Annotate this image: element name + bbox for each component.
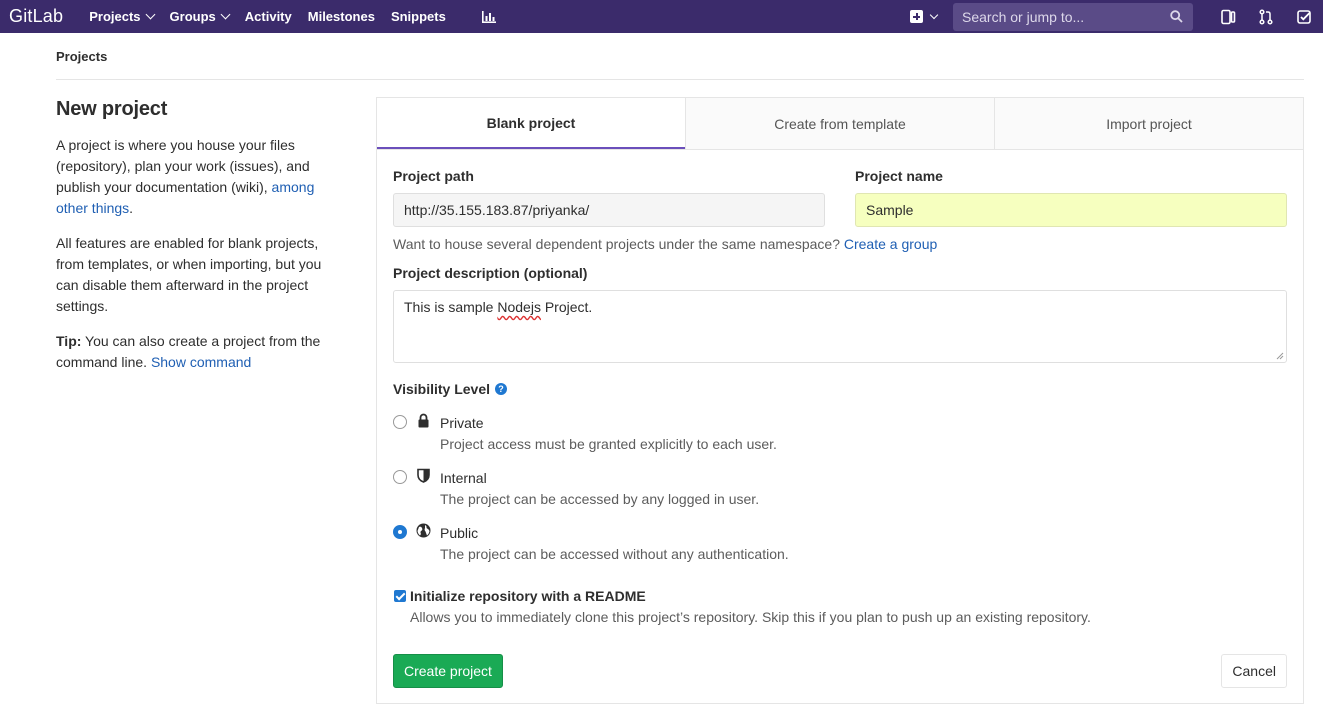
project-path-group: Project path http://35.155.183.87/priyan… xyxy=(393,168,825,227)
tip-label: Tip: xyxy=(56,333,82,349)
radio-private[interactable] xyxy=(393,415,407,429)
tab-import-project[interactable]: Import project xyxy=(994,98,1303,149)
breadcrumb-divider xyxy=(56,79,1304,80)
new-project-panel: Blank project Create from template Impor… xyxy=(376,97,1304,704)
new-project-form: Project path http://35.155.183.87/priyan… xyxy=(393,168,1287,632)
project-path-field[interactable]: http://35.155.183.87/priyanka/ xyxy=(393,193,825,227)
search-placeholder: Search or jump to... xyxy=(962,8,1085,25)
readme-checkbox[interactable] xyxy=(394,590,406,602)
desc-text-1: This is sample xyxy=(404,299,498,315)
page-title: New project xyxy=(56,98,168,120)
desc-misspelled-word: Nodejs xyxy=(497,299,541,315)
globe-icon xyxy=(416,523,431,538)
top-navbar: GitLab Projects Groups Activity Mileston… xyxy=(0,0,1323,33)
merge-request-icon[interactable] xyxy=(1258,8,1274,25)
path-name-row: Project path http://35.155.183.87/priyan… xyxy=(393,168,1287,227)
visibility-private-desc: Project access must be granted explicitl… xyxy=(440,436,777,452)
chart-icon[interactable] xyxy=(481,10,496,23)
project-path-value: http://35.155.183.87/priyanka/ xyxy=(404,202,590,218)
nav-snippets[interactable]: Snippets xyxy=(383,0,454,33)
visibility-private-name: Private xyxy=(440,415,484,431)
search-input[interactable]: Search or jump to... xyxy=(953,2,1193,31)
info-paragraph-3: Tip: You can also create a project from … xyxy=(56,331,346,373)
readme-title: Initialize repository with a README xyxy=(410,588,646,604)
namespace-help: Want to house several dependent projects… xyxy=(393,236,1287,252)
info-paragraph-1: A project is where you house your files … xyxy=(56,135,346,219)
chevron-down-icon xyxy=(145,9,155,20)
initialize-readme-option: Initialize repository with a README Allo… xyxy=(393,588,1287,632)
project-name-field[interactable]: Sample xyxy=(855,193,1287,227)
new-dropdown-button[interactable] xyxy=(910,10,939,23)
visibility-public: Public The project can be accessed witho… xyxy=(393,519,1287,574)
tab-blank-project[interactable]: Blank project xyxy=(377,98,685,149)
project-name-value: Sample xyxy=(866,202,914,218)
visibility-internal-desc: The project can be accessed by any logge… xyxy=(440,491,760,507)
namespace-help-text: Want to house several dependent projects… xyxy=(393,236,840,252)
project-description-label: Project description (optional) xyxy=(393,265,588,281)
chevron-down-icon xyxy=(220,9,231,20)
cancel-button[interactable]: Cancel xyxy=(1221,654,1287,688)
visibility-options: Private Project access must be granted e… xyxy=(393,409,1287,574)
plus-square-icon xyxy=(910,10,923,23)
nav-activity[interactable]: Activity xyxy=(237,0,300,33)
project-path-label: Project path xyxy=(393,168,474,184)
visibility-internal-name: Internal xyxy=(440,470,487,486)
create-group-link[interactable]: Create a group xyxy=(844,236,937,252)
radio-public[interactable] xyxy=(393,525,407,539)
breadcrumb[interactable]: Projects xyxy=(56,49,107,64)
create-project-button[interactable]: Create project xyxy=(393,654,503,688)
nav-groups[interactable]: Groups xyxy=(162,0,237,33)
nav-projects-label: Projects xyxy=(89,9,141,24)
shield-icon xyxy=(417,468,430,483)
nav-milestones-label: Milestones xyxy=(307,9,375,24)
visibility-private: Private Project access must be granted e… xyxy=(393,409,1287,464)
todo-icon[interactable] xyxy=(1296,9,1312,25)
search-icon xyxy=(1170,9,1183,23)
nav-links: Projects Groups Activity Milestones Snip… xyxy=(81,0,496,33)
chevron-down-icon xyxy=(929,10,939,20)
info-paragraph-2: All features are enabled for blank proje… xyxy=(56,235,322,314)
project-name-group: Project name Sample xyxy=(855,168,1287,227)
nav-milestones[interactable]: Milestones xyxy=(300,0,383,33)
show-command-link[interactable]: Show command xyxy=(151,354,251,370)
gitlab-logo[interactable]: GitLab xyxy=(9,6,63,27)
visibility-level-title: Visibility Level ? xyxy=(393,381,1287,397)
question-circle-icon[interactable]: ? xyxy=(495,383,508,395)
new-project-info: New project A project is where you house… xyxy=(56,98,346,387)
radio-internal[interactable] xyxy=(393,470,407,484)
readme-desc: Allows you to immediately clone this pro… xyxy=(410,609,1091,625)
project-description-field[interactable]: This is sample Nodejs Project. xyxy=(393,290,1287,363)
visibility-public-name: Public xyxy=(440,525,479,541)
nav-projects[interactable]: Projects xyxy=(81,0,161,33)
lock-icon xyxy=(418,413,429,428)
nav-right: Search or jump to... xyxy=(910,0,1323,33)
nav-snippets-label: Snippets xyxy=(390,9,446,24)
info-text-1-end: . xyxy=(129,200,134,216)
visibility-internal: Internal The project can be accessed by … xyxy=(393,464,1287,519)
project-tabs: Blank project Create from template Impor… xyxy=(377,98,1303,150)
issues-icon[interactable] xyxy=(1220,9,1236,25)
desc-text-2: Project. xyxy=(540,299,593,315)
visibility-public-desc: The project can be accessed without any … xyxy=(440,546,789,562)
visibility-level-label: Visibility Level xyxy=(393,381,491,397)
project-name-label: Project name xyxy=(855,168,943,184)
resize-handle-icon[interactable] xyxy=(1276,352,1284,360)
nav-activity-label: Activity xyxy=(244,9,292,24)
nav-groups-label: Groups xyxy=(169,9,216,24)
tab-create-from-template[interactable]: Create from template xyxy=(685,98,994,149)
